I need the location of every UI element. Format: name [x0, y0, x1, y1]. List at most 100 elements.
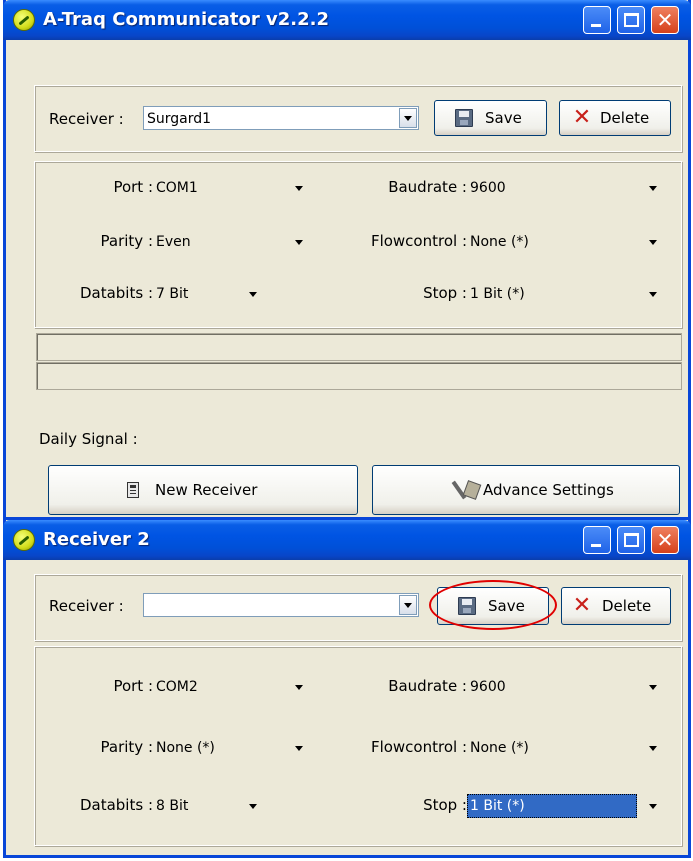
- receiver2-delete-button[interactable]: ✕ Delete: [561, 587, 671, 625]
- receiver2-flowcontrol-select-value: None (*): [470, 740, 529, 756]
- receiver2-window-titlebar[interactable]: Receiver 2 ✕: [3, 520, 691, 560]
- daily-signal-label: Daily Signal :: [39, 430, 138, 448]
- receiver2-stop-select-value: 1 Bit (*): [467, 794, 637, 818]
- chevron-down-icon[interactable]: [643, 284, 661, 304]
- new-receiver-button[interactable]: New Receiver: [48, 465, 358, 515]
- receiver2-parity-select[interactable]: None (*): [153, 736, 309, 760]
- receiver2-receiver-combobox[interactable]: [143, 593, 419, 617]
- databits-label: Databits :: [79, 284, 153, 302]
- port-label: Port :: [113, 178, 153, 196]
- parity-select-value: Even: [156, 234, 191, 250]
- flowcontrol-select-value: None (*): [470, 234, 529, 250]
- receiver2-delete-button-label: Delete: [602, 597, 652, 615]
- baudrate-label: Baudrate :: [388, 178, 467, 196]
- receiver2-save-button-label: Save: [488, 597, 525, 615]
- minimize-button[interactable]: [583, 6, 611, 34]
- receiver2-port-select[interactable]: COM2: [153, 675, 309, 699]
- receiver-label: Receiver :: [49, 110, 124, 128]
- receiver2-parity-label: Parity :: [100, 738, 153, 756]
- chevron-down-icon[interactable]: [643, 677, 661, 697]
- chevron-down-icon[interactable]: [399, 108, 417, 128]
- minimize-button[interactable]: [583, 526, 611, 554]
- save-button[interactable]: Save: [434, 100, 547, 136]
- receiver2-port-settings-group: Port : COM2 Baudrate : 9600 Parity : Non…: [34, 646, 682, 846]
- receiver2-receiver-group: Receiver : Save ✕ Delete: [34, 574, 682, 641]
- receiver-group: Receiver : Surgard1 Save ✕ Delete: [34, 85, 682, 152]
- receiver2-databits-select[interactable]: 8 Bit: [153, 794, 263, 818]
- close-button[interactable]: ✕: [651, 6, 679, 34]
- receiver2-port-label: Port :: [113, 677, 153, 695]
- maximize-button[interactable]: [617, 526, 645, 554]
- receiver2-receiver-combobox-value: [144, 594, 396, 616]
- baudrate-select-value: 9600: [470, 180, 506, 196]
- delete-button[interactable]: ✕ Delete: [559, 100, 671, 136]
- receiver2-window-title: Receiver 2: [43, 529, 150, 550]
- chevron-down-icon[interactable]: [289, 738, 307, 758]
- red-x-icon: ✕: [572, 105, 592, 130]
- chevron-down-icon[interactable]: [289, 232, 307, 252]
- parity-select[interactable]: Even: [153, 230, 309, 254]
- close-button[interactable]: ✕: [651, 526, 679, 554]
- app-logo-icon: [13, 9, 35, 31]
- receiver2-databits-label: Databits :: [79, 796, 153, 814]
- receiver-combobox-value: Surgard1: [147, 111, 212, 127]
- receiver2-save-button[interactable]: Save: [437, 587, 549, 625]
- port-settings-group: Port : COM1 Baudrate : 9600 Parity : Eve…: [34, 161, 682, 328]
- red-x-icon: ✕: [572, 593, 592, 618]
- tools-icon: [453, 478, 479, 502]
- chevron-down-icon[interactable]: [289, 677, 307, 697]
- chevron-down-icon[interactable]: [643, 178, 661, 198]
- receiver2-receiver-label: Receiver :: [49, 597, 124, 615]
- delete-button-label: Delete: [600, 109, 650, 127]
- advance-settings-button-label: Advance Settings: [483, 481, 614, 499]
- main-window: A-Traq Communicator v2.2.2 ✕ Receiver : …: [3, 0, 691, 520]
- port-select-value: COM1: [156, 180, 198, 196]
- receiver2-baudrate-select[interactable]: 9600: [467, 675, 663, 699]
- receiver2-stop-label: Stop :: [423, 796, 467, 814]
- chevron-down-icon[interactable]: [243, 284, 261, 304]
- baudrate-select[interactable]: 9600: [467, 176, 663, 200]
- chevron-down-icon[interactable]: [643, 232, 661, 252]
- flowcontrol-label: Flowcontrol :: [370, 232, 467, 250]
- device-icon: [127, 482, 139, 498]
- main-window-title: A-Traq Communicator v2.2.2: [43, 9, 330, 30]
- port-select[interactable]: COM1: [153, 176, 309, 200]
- maximize-button[interactable]: [617, 6, 645, 34]
- receiver2-window: Receiver 2 ✕ Receiver : Save ✕ Delete Po…: [3, 520, 691, 858]
- receiver2-stop-select[interactable]: 1 Bit (*): [467, 794, 663, 818]
- receiver2-databits-select-value: 8 Bit: [156, 798, 189, 814]
- app-logo-icon: [13, 529, 35, 551]
- save-button-label: Save: [485, 109, 522, 127]
- receiver2-flowcontrol-select[interactable]: None (*): [467, 736, 663, 760]
- receiver2-flowcontrol-label: Flowcontrol :: [370, 738, 467, 756]
- status-bar-2: [36, 362, 682, 390]
- chevron-down-icon[interactable]: [643, 796, 661, 816]
- chevron-down-icon[interactable]: [399, 595, 417, 615]
- receiver2-baudrate-select-value: 9600: [470, 679, 506, 695]
- databits-select[interactable]: 7 Bit: [153, 282, 263, 306]
- stop-label: Stop :: [423, 284, 467, 302]
- minimize-icon: [591, 24, 601, 27]
- floppy-disk-icon: [458, 597, 476, 615]
- receiver2-port-select-value: COM2: [156, 679, 198, 695]
- chevron-down-icon[interactable]: [289, 178, 307, 198]
- maximize-icon: [624, 533, 639, 547]
- main-window-titlebar[interactable]: A-Traq Communicator v2.2.2 ✕: [3, 0, 691, 40]
- maximize-icon: [624, 13, 639, 27]
- stop-select[interactable]: 1 Bit (*): [467, 282, 663, 306]
- parity-label: Parity :: [100, 232, 153, 250]
- chevron-down-icon[interactable]: [243, 796, 261, 816]
- chevron-down-icon[interactable]: [643, 738, 661, 758]
- advance-settings-button[interactable]: Advance Settings: [372, 465, 680, 515]
- stop-select-value: 1 Bit (*): [470, 286, 525, 302]
- floppy-disk-icon: [455, 109, 473, 127]
- close-icon: ✕: [656, 528, 674, 552]
- flowcontrol-select[interactable]: None (*): [467, 230, 663, 254]
- receiver2-stop-selected-text: 1 Bit (*): [467, 794, 637, 818]
- new-receiver-button-label: New Receiver: [155, 481, 258, 499]
- status-bar-1: [36, 333, 682, 361]
- receiver-combobox[interactable]: Surgard1: [143, 106, 419, 130]
- receiver2-baudrate-label: Baudrate :: [388, 677, 467, 695]
- databits-select-value: 7 Bit: [156, 286, 189, 302]
- minimize-icon: [591, 544, 601, 547]
